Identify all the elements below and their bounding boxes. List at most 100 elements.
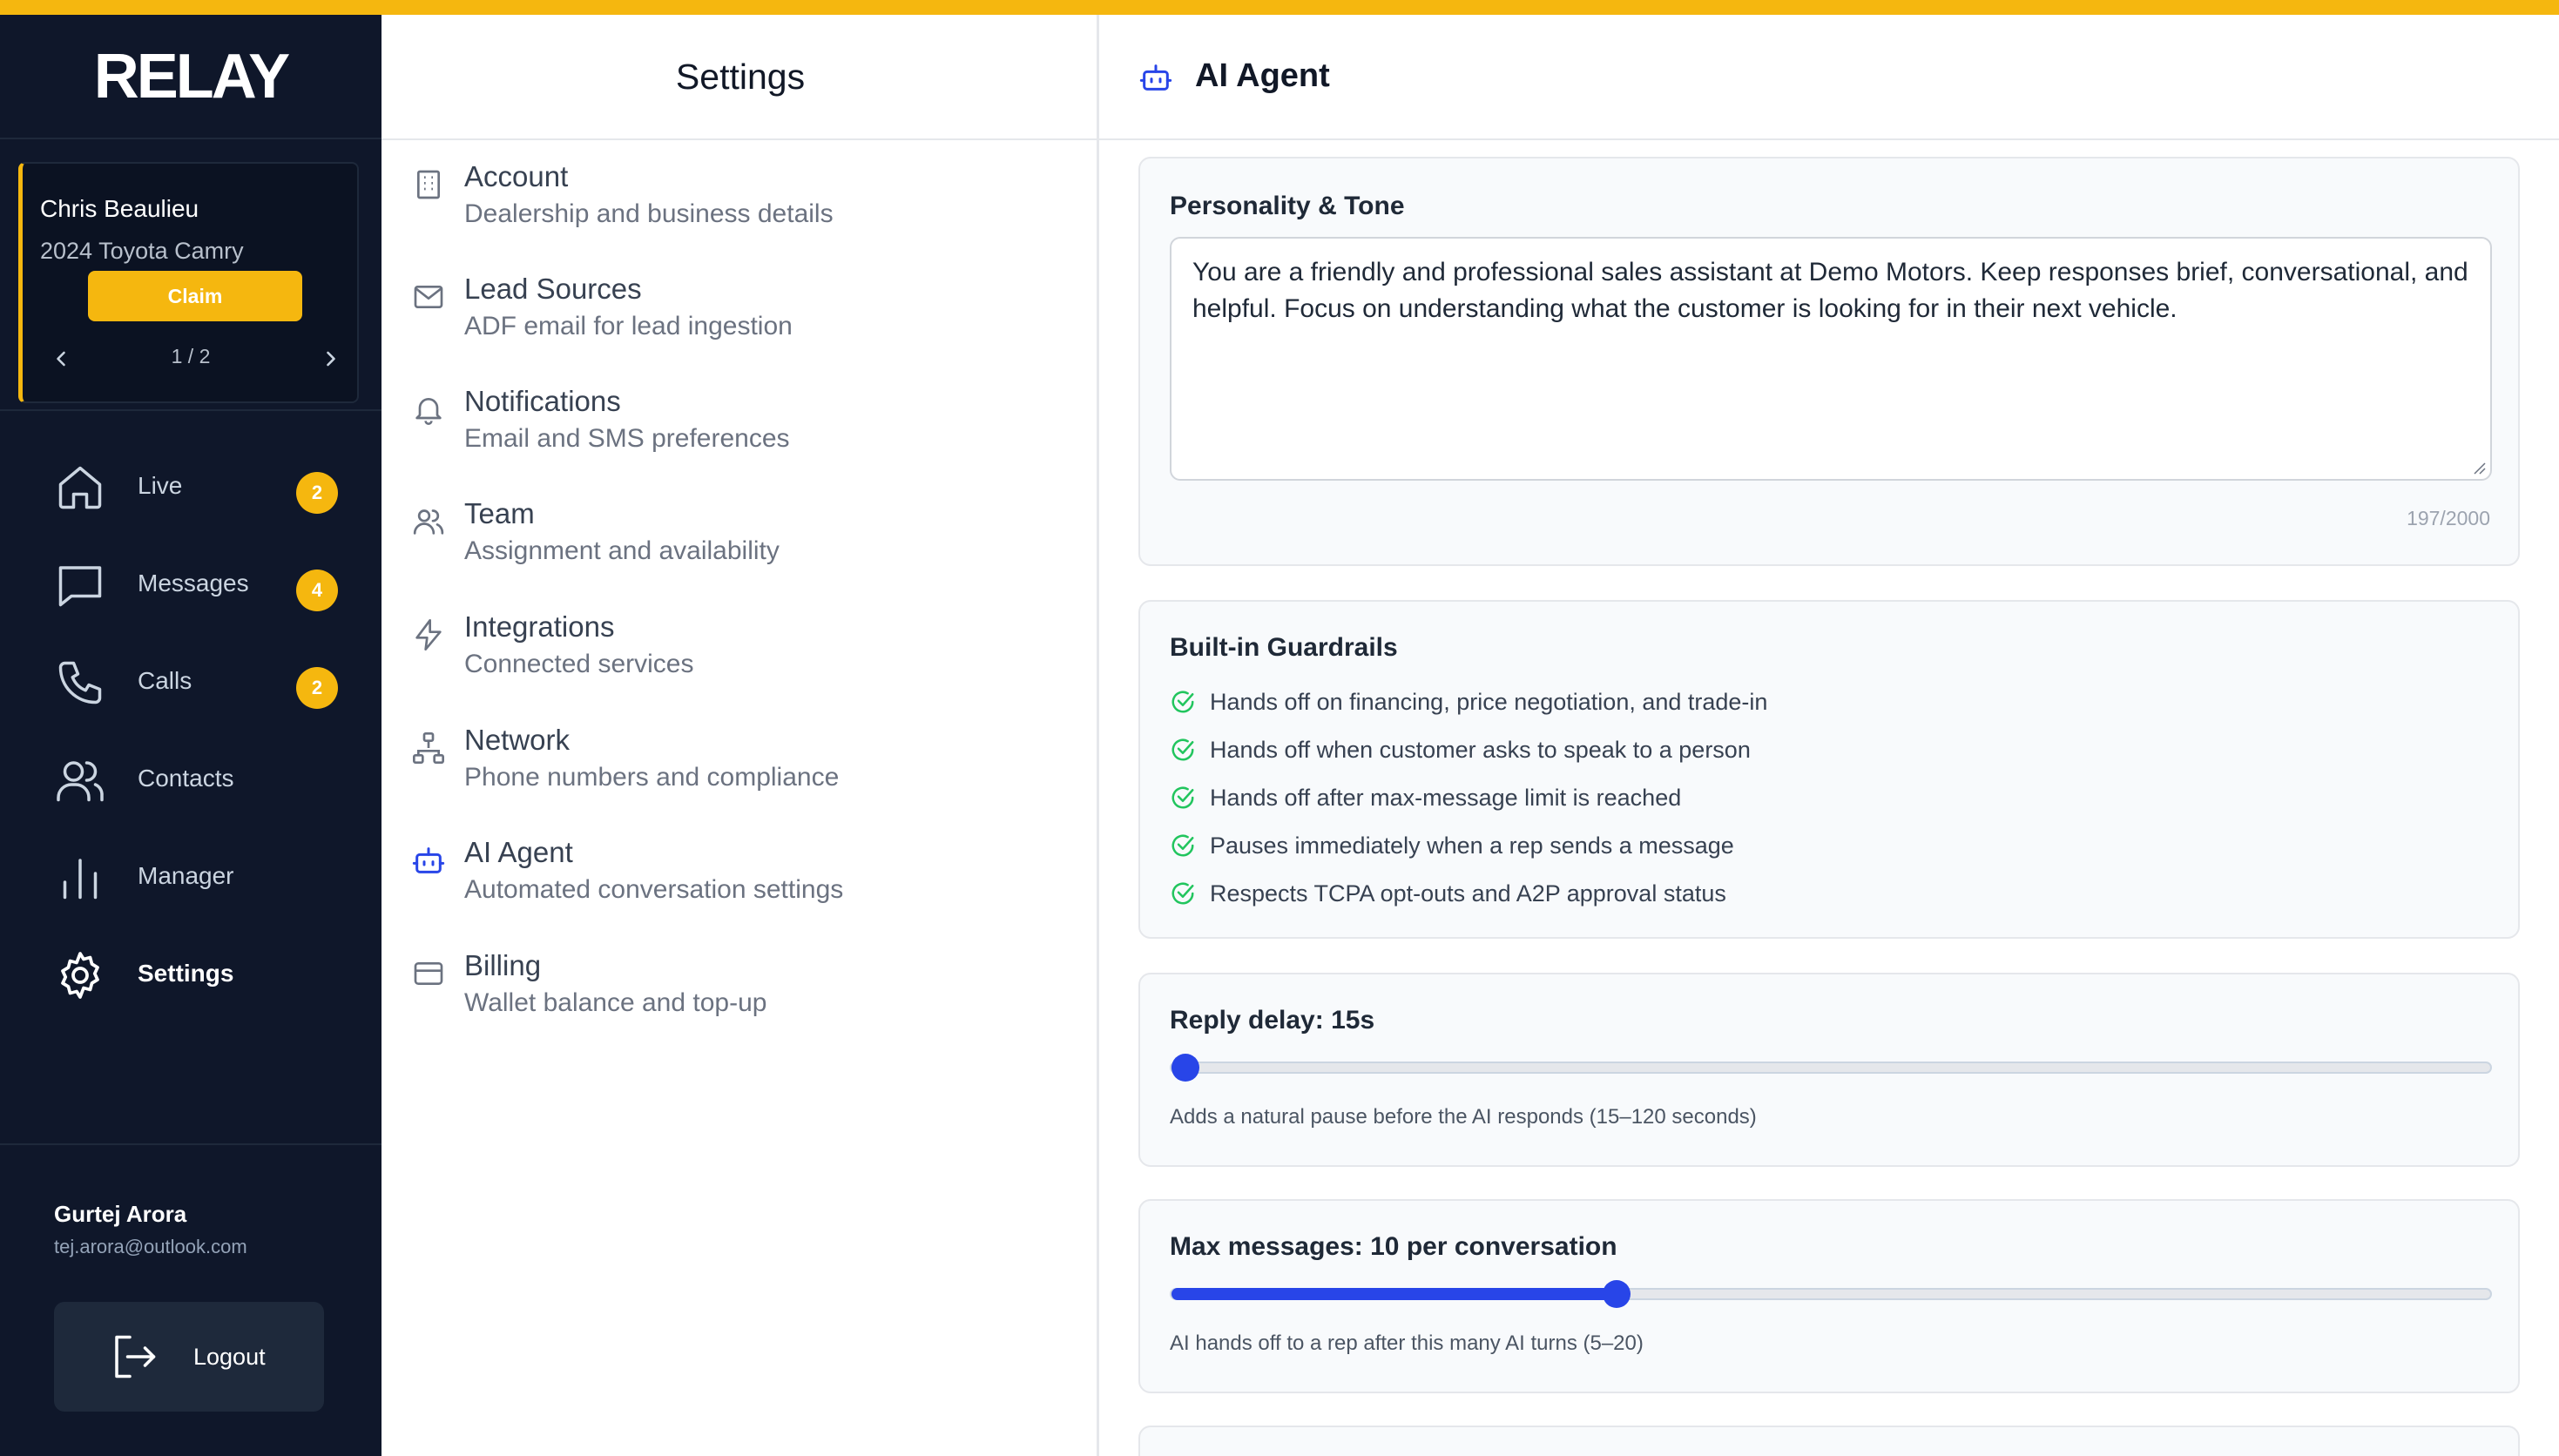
max-messages-slider[interactable] [1170, 1280, 2492, 1308]
guardrail-text: Hands off when customer asks to speak to… [1210, 737, 1751, 763]
network-icon [413, 732, 444, 764]
nav-item-settings[interactable]: Settings [0, 934, 381, 1012]
bar-chart-icon [63, 859, 98, 900]
settings-item-subtitle: Automated conversation settings [464, 875, 844, 904]
claim-card: Chris Beaulieu 2024 Toyota Camry Claim 1… [18, 162, 359, 403]
nav-label-calls: Calls [138, 667, 192, 694]
sidebar-divider [0, 409, 381, 411]
nav-item-live[interactable]: Live 2 [0, 446, 381, 524]
settings-item-title: Team [464, 497, 535, 529]
relay-logo[interactable]: RELAY [0, 15, 381, 139]
guardrails-card: Built-in Guardrails Hands off on financi… [1138, 600, 2520, 939]
settings-item-title: Network [464, 724, 571, 756]
logout-label: Logout [193, 1344, 266, 1370]
settings-item-title: Integrations [464, 610, 615, 643]
next-settings-card [1138, 1426, 2520, 1456]
gear-icon [61, 952, 99, 999]
claim-page-indicator: 1 / 2 [171, 345, 211, 367]
settings-item-network[interactable]: Network Phone numbers and compliance [381, 724, 1097, 819]
settings-item-subtitle: Assignment and availability [464, 536, 780, 565]
personality-text: You are a friendly and professional sale… [1192, 258, 2468, 323]
check-circle-icon [1171, 882, 1194, 905]
team-icon [413, 509, 444, 535]
reply-delay-label: Reply delay: 15s [1170, 1006, 1375, 1035]
nav-item-manager[interactable]: Manager [0, 836, 381, 914]
settings-item-subtitle: Email and SMS preferences [464, 424, 790, 453]
panel-header: AI Agent [1099, 15, 2559, 140]
settings-item-lead-sources[interactable]: Lead Sources ADF email for lead ingestio… [381, 273, 1097, 368]
max-messages-label: Max messages: 10 per conversation [1170, 1232, 1617, 1261]
reply-delay-thumb[interactable] [1171, 1054, 1199, 1082]
settings-item-account[interactable]: Account Dealership and business details [381, 160, 1097, 256]
check-circle-icon [1171, 786, 1194, 809]
settings-item-subtitle: Dealership and business details [464, 199, 834, 228]
settings-item-team[interactable]: Team Assignment and availability [381, 497, 1097, 593]
chevron-right-icon[interactable] [319, 347, 343, 371]
max-messages-fill [1171, 1288, 1617, 1300]
reply-delay-slider[interactable] [1170, 1054, 2492, 1082]
settings-item-title: Account [464, 160, 569, 192]
top-accent-bar [0, 0, 2559, 15]
logout-button[interactable]: Logout [54, 1302, 324, 1412]
credit-card-icon [414, 962, 443, 985]
check-circle-icon [1171, 691, 1194, 713]
personality-card: Personality & Tone You are a friendly an… [1138, 157, 2520, 566]
calls-count-badge: 2 [296, 667, 338, 709]
settings-item-subtitle: ADF email for lead ingestion [464, 312, 793, 340]
nav-label-settings: Settings [138, 960, 234, 987]
phone-icon [58, 661, 102, 704]
sidebar-divider [0, 1143, 381, 1145]
robot-icon [1139, 64, 1172, 91]
check-circle-icon [1171, 834, 1194, 857]
guardrail-text: Pauses immediately when a rep sends a me… [1210, 832, 1734, 859]
guardrails-title: Built-in Guardrails [1170, 633, 1398, 662]
nav-label-manager: Manager [138, 862, 234, 889]
settings-title: Settings [381, 15, 1099, 140]
character-counter: 197/2000 [2407, 507, 2490, 529]
reply-delay-hint: Adds a natural pause before the AI respo… [1170, 1105, 1757, 1129]
personality-textarea[interactable]: You are a friendly and professional sale… [1170, 237, 2492, 481]
nav-label-messages: Messages [138, 570, 249, 597]
nav-item-messages[interactable]: Messages 4 [0, 543, 381, 622]
claim-contact-name: Chris Beaulieu [40, 195, 199, 222]
settings-item-notifications[interactable]: Notifications Email and SMS preferences [381, 385, 1097, 481]
settings-menu: Settings Account Dealership and business… [381, 15, 1099, 1456]
bell-icon [415, 398, 442, 425]
settings-item-title: Lead Sources [464, 273, 642, 305]
ai-agent-panel: AI Agent Personality & Tone You are a fr… [1099, 15, 2559, 1456]
personality-title: Personality & Tone [1170, 192, 1405, 220]
max-messages-card: Max messages: 10 per conversation AI han… [1138, 1199, 2520, 1393]
logout-icon [115, 1335, 156, 1378]
settings-item-title: Notifications [464, 385, 621, 417]
check-circle-icon [1171, 738, 1194, 761]
max-messages-thumb[interactable] [1603, 1280, 1631, 1308]
nav-label-live: Live [138, 472, 183, 499]
settings-item-title: Billing [464, 949, 542, 981]
settings-item-subtitle: Connected services [464, 650, 694, 678]
nav-item-contacts[interactable]: Contacts [0, 738, 381, 817]
claim-vehicle: 2024 Toyota Camry [40, 238, 244, 264]
settings-item-subtitle: Wallet balance and top-up [464, 988, 767, 1017]
sidebar: RELAY Chris Beaulieu 2024 Toyota Camry C… [0, 15, 381, 1456]
home-icon [58, 466, 102, 509]
max-messages-hint: AI hands off to a rep after this many AI… [1170, 1331, 1644, 1355]
panel-title: AI Agent [1195, 57, 1330, 94]
user-name: Gurtej Arora [54, 1201, 187, 1227]
claim-pager: 1 / 2 [23, 341, 359, 376]
live-count-badge: 2 [296, 472, 338, 514]
robot-icon [412, 847, 445, 873]
nav-label-contacts: Contacts [138, 765, 234, 792]
guardrail-text: Respects TCPA opt-outs and A2P approval … [1210, 880, 1726, 907]
nav-item-calls[interactable]: Calls 2 [0, 641, 381, 719]
reply-delay-card: Reply delay: 15s Adds a natural pause be… [1138, 973, 2520, 1167]
settings-item-subtitle: Phone numbers and compliance [464, 763, 840, 792]
claim-button[interactable]: Claim [88, 271, 302, 321]
message-icon [58, 566, 102, 607]
guardrail-text: Hands off after max-message limit is rea… [1210, 785, 1682, 811]
resize-handle-icon[interactable] [2471, 460, 2487, 475]
settings-item-ai-agent[interactable]: AI Agent Automated conversation settings [381, 836, 1097, 932]
settings-item-integrations[interactable]: Integrations Connected services [381, 610, 1097, 706]
settings-item-billing[interactable]: Billing Wallet balance and top-up [381, 949, 1097, 1045]
guardrail-text: Hands off on financing, price negotiatio… [1210, 689, 1768, 715]
users-icon [57, 761, 104, 802]
